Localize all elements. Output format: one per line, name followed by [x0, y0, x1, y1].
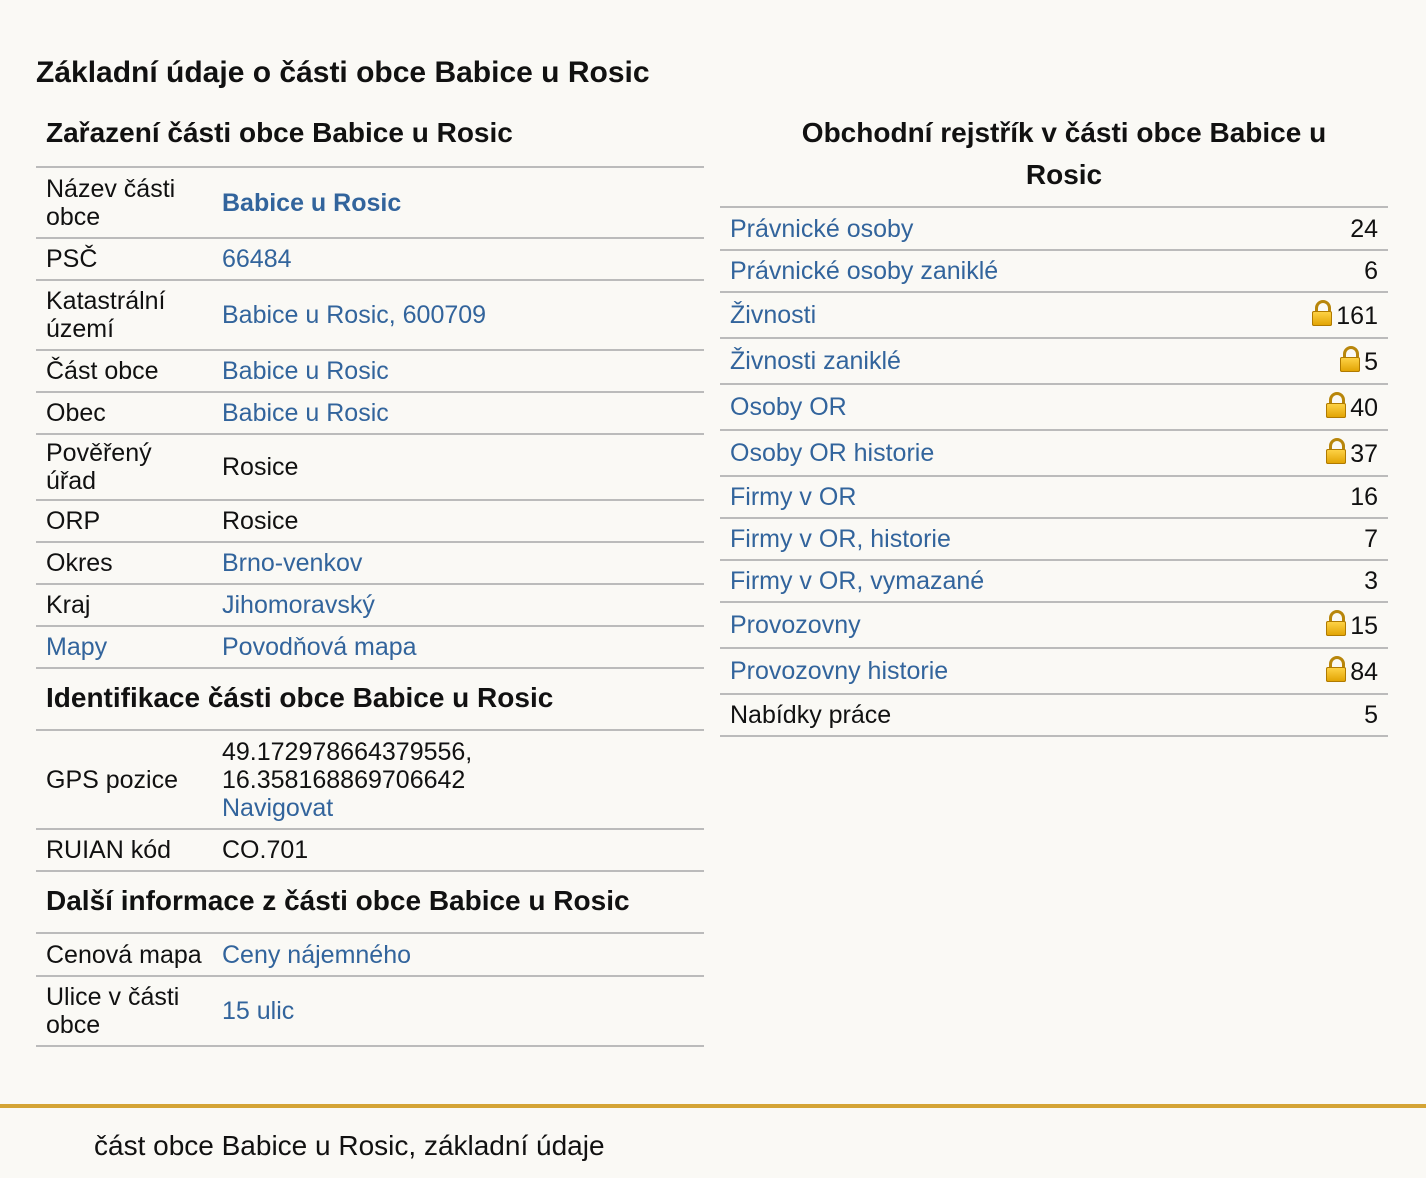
- row-label: Kraj: [36, 584, 212, 627]
- registry-table: Právnické osoby 24 Právnické osoby zaniklé…: [720, 208, 1388, 737]
- region-link[interactable]: Jihomoravský: [222, 591, 375, 619]
- footer: část obce Babice u Rosic, základní údaje: [0, 1104, 1426, 1178]
- registry-count: 5: [1364, 701, 1378, 729]
- row-label: Cenová mapa: [36, 934, 212, 977]
- identification-heading: Identifikace části obce Babice u Rosic: [36, 669, 704, 731]
- table-row: PSČ 66484: [36, 238, 704, 281]
- registry-count: 7: [1364, 525, 1378, 553]
- row-value: Rosice: [212, 434, 704, 501]
- table-row: Mapy Povodňová mapa: [36, 626, 704, 669]
- row-value: Rosice: [212, 500, 704, 543]
- registry-count: 84: [1350, 657, 1378, 686]
- padlock-icon[interactable]: [1326, 391, 1347, 418]
- identification-table: GPS pozice 49.172978664379556, 16.358168…: [36, 731, 704, 872]
- table-row: Obec Babice u Rosic: [36, 392, 704, 435]
- registry-count: 3: [1364, 567, 1378, 595]
- registry-count: 5: [1364, 347, 1378, 376]
- registry-link[interactable]: Firmy v OR, vymazané: [730, 567, 984, 595]
- municipality-link[interactable]: Babice u Rosic: [222, 399, 389, 427]
- table-row: GPS pozice 49.172978664379556, 16.358168…: [36, 731, 704, 830]
- registry-count: 40: [1350, 393, 1378, 422]
- table-row: ORP Rosice: [36, 500, 704, 543]
- table-row: Název části obce Babice u Rosic: [36, 168, 704, 239]
- left-column: Zařazení části obce Babice u Rosic Název…: [36, 112, 704, 1047]
- registry-count: 161: [1336, 301, 1378, 330]
- registry-row: Firmy v OR 16: [720, 476, 1388, 519]
- registry-link[interactable]: Právnické osoby: [730, 215, 913, 243]
- registry-row: Právnické osoby zaniklé 6: [720, 250, 1388, 293]
- padlock-icon[interactable]: [1326, 437, 1347, 464]
- table-row: Pověřený úřad Rosice: [36, 434, 704, 501]
- row-label: Okres: [36, 542, 212, 585]
- registry-row: Právnické osoby 24: [720, 208, 1388, 251]
- registry-link[interactable]: Osoby OR historie: [730, 439, 934, 467]
- registry-count: 6: [1364, 257, 1378, 285]
- streets-link[interactable]: 15 ulic: [222, 997, 294, 1025]
- registry-row: Živnosti 161: [720, 292, 1388, 339]
- part-name-link[interactable]: Babice u Rosic: [222, 189, 401, 217]
- psc-link[interactable]: 66484: [222, 245, 292, 273]
- row-label: PSČ: [36, 238, 212, 281]
- classification-table: Název části obce Babice u Rosic PSČ 6648…: [36, 168, 704, 669]
- row-label: Ulice v části obce: [36, 976, 212, 1047]
- row-label: Část obce: [36, 350, 212, 393]
- table-row: Část obce Babice u Rosic: [36, 350, 704, 393]
- gps-latitude: 49.172978664379556,: [222, 737, 473, 766]
- registry-row: Provozovny 15: [720, 602, 1388, 649]
- padlock-icon[interactable]: [1326, 609, 1347, 636]
- registry-row: Osoby OR historie 37: [720, 430, 1388, 477]
- row-label: Katastrální území: [36, 280, 212, 351]
- row-label: GPS pozice: [36, 731, 212, 830]
- registry-row: Živnosti zaniklé 5: [720, 338, 1388, 385]
- more-info-heading: Další informace z části obce Babice u Ro…: [36, 872, 704, 934]
- registry-label: Nabídky práce: [730, 701, 892, 729]
- gps-longitude: 16.358168869706642: [222, 765, 466, 794]
- table-row: Okres Brno-venkov: [36, 542, 704, 585]
- registry-count: 37: [1350, 439, 1378, 468]
- classification-heading: Zařazení části obce Babice u Rosic: [36, 112, 704, 168]
- flood-map-link[interactable]: Povodňová mapa: [222, 633, 417, 661]
- registry-link[interactable]: Živnosti: [730, 301, 816, 329]
- registry-count: 24: [1350, 214, 1378, 243]
- table-row: RUIAN kód CO.701: [36, 829, 704, 872]
- registry-link[interactable]: Provozovny: [730, 611, 861, 639]
- navigate-link[interactable]: Navigovat: [222, 794, 333, 822]
- more-info-table: Cenová mapa Ceny nájemného Ulice v části…: [36, 934, 704, 1047]
- registry-row: Nabídky práce 5: [720, 694, 1388, 737]
- row-label: Obec: [36, 392, 212, 435]
- row-label: RUIAN kód: [36, 829, 212, 872]
- rent-prices-link[interactable]: Ceny nájemného: [222, 941, 411, 969]
- registry-link[interactable]: Právnické osoby zaniklé: [730, 257, 998, 285]
- registry-link[interactable]: Provozovny historie: [730, 657, 948, 685]
- registry-link[interactable]: Firmy v OR, historie: [730, 525, 951, 553]
- registry-heading: Obchodní rejstřík v části obce Babice u …: [720, 112, 1388, 208]
- registry-count: 15: [1350, 611, 1378, 640]
- table-row: Ulice v části obce 15 ulic: [36, 976, 704, 1047]
- table-row: Kraj Jihomoravský: [36, 584, 704, 627]
- right-column: Obchodní rejstřík v části obce Babice u …: [720, 112, 1388, 737]
- row-label: ORP: [36, 500, 212, 543]
- padlock-icon[interactable]: [1326, 655, 1347, 682]
- padlock-icon[interactable]: [1340, 345, 1361, 372]
- registry-link[interactable]: Osoby OR: [730, 393, 847, 421]
- page-title: Základní údaje o části obce Babice u Ros…: [36, 56, 650, 89]
- row-label: Název části obce: [36, 168, 212, 239]
- row-label: Pověřený úřad: [36, 434, 212, 501]
- padlock-icon[interactable]: [1312, 299, 1333, 326]
- footer-text: část obce Babice u Rosic, základní údaje: [94, 1130, 605, 1161]
- table-row: Cenová mapa Ceny nájemného: [36, 934, 704, 977]
- maps-link[interactable]: Mapy: [46, 633, 107, 661]
- registry-row: Osoby OR 40: [720, 384, 1388, 431]
- registry-row: Firmy v OR, vymazané 3: [720, 560, 1388, 603]
- registry-row: Provozovny historie 84: [720, 648, 1388, 695]
- part-link[interactable]: Babice u Rosic: [222, 357, 389, 385]
- registry-link[interactable]: Firmy v OR: [730, 483, 856, 511]
- cadastral-link[interactable]: Babice u Rosic, 600709: [222, 301, 486, 329]
- registry-row: Firmy v OR, historie 7: [720, 518, 1388, 561]
- district-link[interactable]: Brno-venkov: [222, 549, 362, 577]
- registry-count: 16: [1350, 483, 1378, 511]
- table-row: Katastrální území Babice u Rosic, 600709: [36, 280, 704, 351]
- ruian-value: CO.701: [212, 829, 704, 872]
- registry-link[interactable]: Živnosti zaniklé: [730, 347, 901, 375]
